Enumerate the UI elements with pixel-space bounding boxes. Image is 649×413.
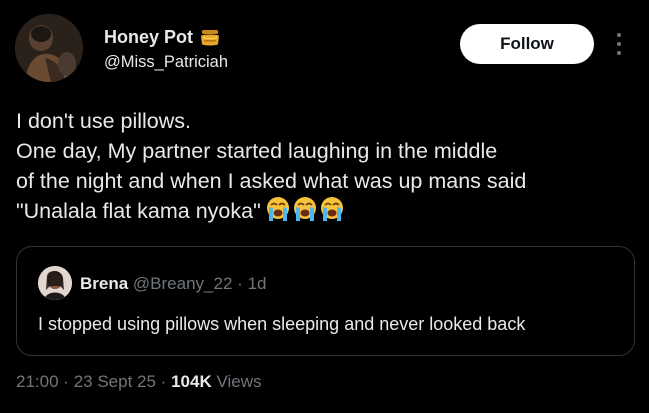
follow-button[interactable]: Follow [460, 24, 594, 64]
honey-pot-icon [199, 28, 221, 48]
author-name-text: Honey Pot [104, 27, 194, 47]
quote-timestamp[interactable]: 1d [248, 274, 267, 293]
post-time[interactable]: 21:00 [16, 372, 59, 391]
quote-avatar-image [38, 266, 72, 300]
author-avatar[interactable] [15, 14, 83, 82]
quote-author-name[interactable]: Brena [80, 274, 128, 293]
post-text-line: One day, My partner started laughing in … [16, 139, 498, 163]
post-text-line: I don't use pillows. [16, 109, 192, 133]
quote-author-handle[interactable]: @Breany_22 [133, 274, 233, 293]
more-dot [617, 42, 621, 46]
quoted-post[interactable]: Brena @Breany_22 · 1d I stopped using pi… [16, 246, 635, 356]
post-detail: Honey Pot @Miss_Patriciah Follow I don't… [0, 0, 649, 413]
loudly-crying-face-icon [292, 196, 318, 222]
post-text-line: "Unalala flat kama nyoka" [16, 199, 261, 223]
post-text-line: of the night and when I asked what was u… [16, 169, 527, 193]
post-date[interactable]: 23 Sept 25 [74, 372, 156, 391]
meta-separator: · [160, 372, 167, 391]
post-text-last-line: "Unalala flat kama nyoka" [16, 196, 636, 226]
emoji-group [265, 196, 345, 222]
post-metadata: 21:00 · 23 Sept 25 · 104K Views [16, 372, 262, 392]
views-label: Views [216, 372, 262, 391]
author-avatar-image [15, 14, 83, 82]
quote-text: I stopped using pillows when sleeping an… [38, 314, 526, 334]
more-vertical-icon[interactable] [614, 30, 624, 58]
post-text: I don't use pillows. One day, My partner… [16, 106, 636, 226]
more-dot [617, 33, 621, 37]
quote-meta: Brena @Breany_22 · 1d [80, 274, 266, 294]
views-count: 104K [171, 372, 212, 391]
author-display-name[interactable]: Honey Pot [104, 27, 221, 48]
loudly-crying-face-icon [319, 196, 345, 222]
quote-author-avatar[interactable] [38, 266, 72, 300]
more-dot [617, 51, 621, 55]
author-handle[interactable]: @Miss_Patriciah [104, 53, 228, 72]
meta-separator: · [63, 372, 69, 391]
quote-separator: · [237, 274, 243, 293]
loudly-crying-face-icon [265, 196, 291, 222]
